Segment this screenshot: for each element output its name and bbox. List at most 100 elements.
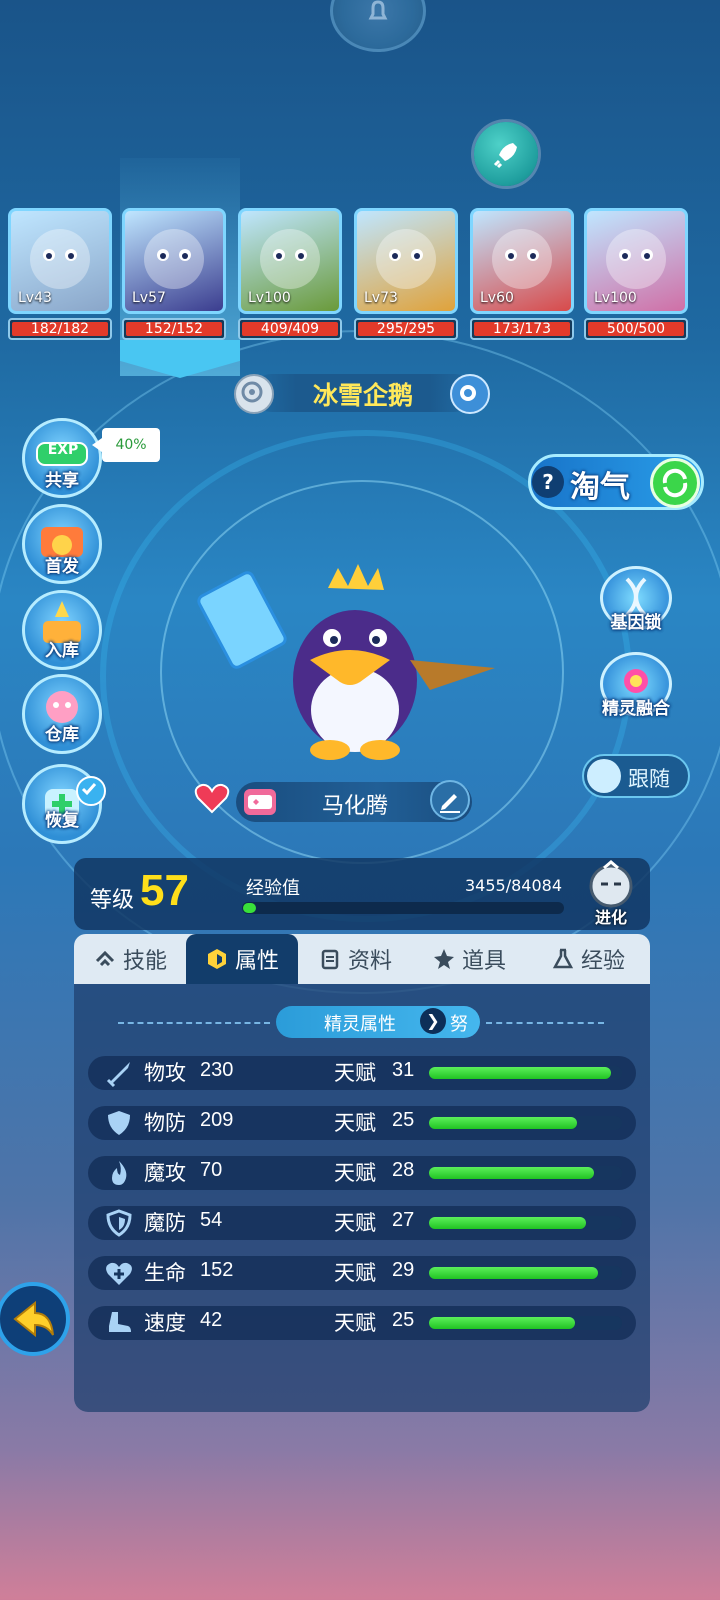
section-next-button[interactable]: ❯ [420,1008,446,1034]
talent-label: 天赋 [334,1311,376,1335]
tab-attribute[interactable]: 属性 [186,934,298,984]
talent-value: 29 [392,1259,415,1281]
tab-label: 技能 [122,949,167,974]
talent-bar-fill [429,1067,611,1079]
gene-lock-label: 基因锁 [610,613,662,633]
fusion-label: 精灵融合 [602,699,670,719]
team-slot[interactable]: Lv73 295/295 [354,208,458,344]
evolve-label: 进化 [594,908,627,927]
hp-bar: 182/182 [8,318,112,340]
talent-label: 天赋 [334,1211,376,1235]
talent-value: 31 [392,1059,415,1081]
talent-bar-fill [429,1317,575,1329]
bell-icon [368,0,388,20]
hp-text: 152/152 [144,321,204,337]
pet-level: Lv73 [364,290,398,306]
pet-level: Lv100 [248,290,291,306]
refresh-icon[interactable] [650,458,700,508]
tab-label: 资料 [347,949,392,974]
pet-sprite[interactable] [190,560,510,780]
exp-value: 3455/84084 [464,876,562,895]
follow-toggle-knob [587,759,621,793]
pet-level: Lv60 [480,290,514,306]
talent-bar-fill [429,1217,586,1229]
team-slot[interactable]: Lv100 409/409 [238,208,342,344]
exp-bar-fill [243,903,256,913]
heart-icon[interactable] [194,782,230,814]
document-icon [321,949,339,970]
hp-text: 295/295 [376,321,436,337]
follow-label: 跟随 [628,767,670,791]
taoqi-label: 淘气 [570,470,630,505]
check-icon [76,776,106,806]
tab-document[interactable]: 资料 [298,934,412,984]
team-slot[interactable]: Lv100 500/500 [584,208,688,344]
help-icon[interactable]: ? [532,466,564,498]
stat-name: 魔防 [144,1211,186,1235]
exp-bar [242,902,564,914]
talent-bar-fill [429,1267,598,1279]
stat-value: 152 [200,1259,234,1281]
first-label: 首发 [45,557,79,577]
hp-bar: 295/295 [354,318,458,340]
hp-text: 500/500 [606,321,666,337]
warehouse-label: 仓库 [45,725,79,745]
camera-icon[interactable] [450,374,490,414]
talent-label: 天赋 [334,1061,376,1085]
exp-share-tip: 40% [92,428,160,462]
stat-name: 速度 [144,1311,186,1335]
heart-plus-icon [106,1262,132,1285]
storage-in-label: 入库 [45,641,79,661]
stat-value: 230 [200,1059,234,1081]
team-slot[interactable]: Lv60 173/173 [470,208,574,344]
stat-value: 42 [200,1309,223,1331]
talent-bar-fill [429,1117,577,1129]
talent-label: 天赋 [334,1111,376,1135]
flame-icon [112,1161,127,1185]
hp-bar: 152/152 [122,318,226,340]
rocket-button[interactable] [474,122,538,186]
stat-value: 54 [200,1209,223,1231]
talent-value: 25 [392,1309,415,1331]
back-arrow-icon [13,1300,54,1338]
evolve-button[interactable]: 进化 [584,860,638,927]
tab-flask[interactable]: 经验 [526,934,650,984]
pet-level: Lv100 [594,290,637,306]
tab-label: 道具 [461,949,506,974]
boot-icon [109,1312,131,1332]
back-button[interactable] [0,1282,70,1356]
hp-bar: 173/173 [470,318,574,340]
name-card-icon [244,789,276,815]
attribute-icon [207,949,226,969]
hp-bar: 500/500 [584,318,688,340]
talent-label: 天赋 [334,1261,376,1285]
team-slot[interactable]: Lv57 152/152 [122,208,226,344]
exp-badge-text: EXP [47,442,79,458]
skill-icon [95,950,115,967]
tab-skill[interactable]: 技能 [74,934,186,984]
section-divider-left [118,1022,270,1024]
element-medal-icon[interactable] [234,374,274,414]
pet-name: 冰雪企鹅 [312,381,413,410]
stat-name: 物防 [144,1111,186,1135]
stats-panel [74,984,650,1412]
team-slot[interactable]: Lv43 182/182 [8,208,112,344]
exp-label: 经验值 [246,878,300,899]
stat-name: 物攻 [144,1061,186,1085]
rocket-icon [493,143,517,169]
tab-item[interactable]: 道具 [412,934,526,984]
hp-bar: 409/409 [238,318,342,340]
talent-label: 天赋 [334,1161,376,1185]
talent-value: 28 [392,1159,415,1181]
hp-text: 409/409 [260,321,320,337]
follow-toggle[interactable]: 跟随 [582,754,690,798]
nickname: 马化腾 [321,794,388,819]
hp-text: 182/182 [30,321,90,337]
stat-name: 生命 [144,1261,186,1285]
item-icon [433,949,454,969]
hp-text: 173/173 [492,321,552,337]
flask-icon [552,948,574,969]
edit-name-button[interactable] [430,780,470,820]
pencil-icon [440,794,460,813]
tab-label: 经验 [580,949,625,974]
